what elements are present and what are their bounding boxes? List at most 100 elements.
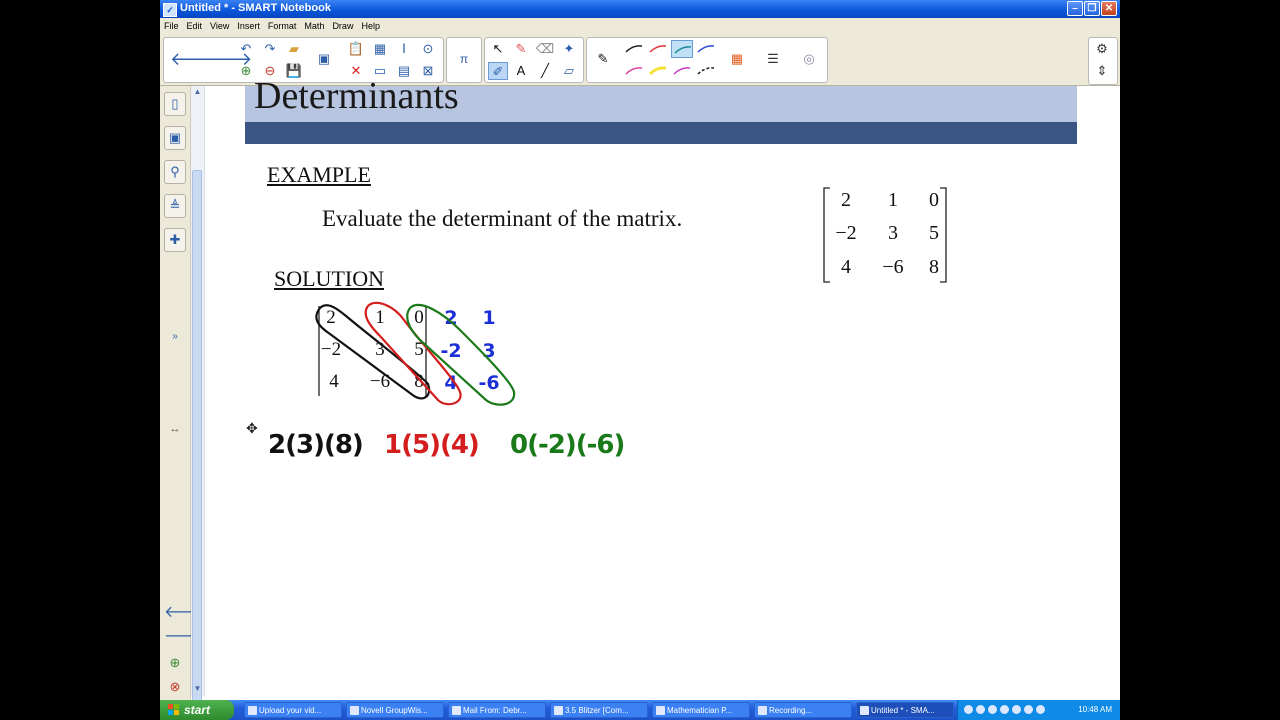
page-sorter-icon[interactable]: ▯ (164, 92, 186, 116)
tray-misc-icon[interactable] (1036, 705, 1045, 714)
paste-icon[interactable]: 📋 (346, 40, 366, 58)
open-folder-icon[interactable]: ▰ (284, 40, 304, 58)
menu-file[interactable]: File (160, 18, 183, 31)
pen-style-yellow[interactable] (647, 62, 669, 80)
menu-view[interactable]: View (206, 18, 233, 31)
pen-style-pink[interactable] (623, 62, 645, 80)
title-bar: ✓ Untitled * - SMART Notebook – ❐ ✕ (160, 0, 1120, 18)
add-page-side-icon[interactable]: ⊕ (164, 652, 186, 676)
pen-style-dashed[interactable] (695, 62, 717, 80)
side-tabs: ▯ ▣ ⚲ ≜ ✚ » ↔ 🡐 🡒 ⊕ ⊗ (160, 86, 207, 700)
redo-icon[interactable]: ↷ (260, 40, 280, 58)
diagonal-loops (315, 301, 516, 406)
gallery-icon[interactable]: ▣ (164, 126, 186, 150)
fill-icon[interactable]: ✎ (511, 40, 531, 58)
scroll-down-icon[interactable]: ▼ (192, 684, 203, 694)
taskbar-item[interactable]: Novell GroupWis... (346, 702, 444, 718)
clock: 10:48 AM (1078, 705, 1112, 714)
matrix-cell: −6 (882, 256, 904, 278)
shape-tool-icon[interactable]: ▱ (559, 62, 579, 80)
expand-icon[interactable]: » (164, 326, 186, 350)
scroll-up-icon[interactable]: ▲ (192, 87, 203, 97)
term-green: 0(-2)(-6) (510, 430, 625, 460)
move-toolbar-icon[interactable]: ⇕ (1092, 62, 1112, 80)
pen-icon[interactable]: ✎ (593, 50, 613, 68)
menu-edit[interactable]: Edit (183, 18, 207, 31)
attachments-icon[interactable]: ⚲ (164, 160, 186, 184)
screenshot-icon[interactable]: ▦ (370, 40, 390, 58)
undo-icon[interactable]: ↶ (236, 40, 256, 58)
taskbar-item[interactable]: Mathematician P... (652, 702, 750, 718)
green-diagonal-loop (406, 303, 516, 406)
tray-audio-icon[interactable] (976, 705, 985, 714)
text-a-icon[interactable]: A (511, 62, 531, 80)
pen-styles-icon[interactable]: ✐ (488, 62, 508, 80)
pen-style-magenta[interactable] (671, 62, 693, 80)
header-band-dark (245, 122, 1077, 144)
tray-shield-icon[interactable] (1000, 705, 1009, 714)
slide-heading: Determinants (254, 75, 459, 117)
fill-effects-icon[interactable]: ◎ (799, 50, 819, 68)
taskbar-item[interactable]: 3.5 Blitzer [Com... (550, 702, 648, 718)
forward-icon[interactable]: 🡒 (204, 50, 252, 68)
matrix-cell: 2 (841, 189, 851, 211)
menu-draw[interactable]: Draw (328, 18, 357, 31)
system-tray: 10:48 AM (957, 700, 1120, 720)
text-tool-icon[interactable]: Ⅰ (394, 40, 414, 58)
pen-style-red[interactable] (647, 40, 669, 58)
menu-format[interactable]: Format (264, 18, 301, 31)
matrix-cell: 4 (841, 256, 851, 278)
pen-style-blue[interactable] (695, 40, 717, 58)
taskbar: start Upload your vid... Novell GroupWis… (160, 700, 1120, 720)
solution-label: SOLUTION (274, 266, 384, 291)
select-arrow-icon[interactable]: ↖ (488, 40, 508, 58)
menu-math[interactable]: Math (300, 18, 328, 31)
example-label: EXAMPLE (267, 162, 371, 187)
close-button[interactable]: ✕ (1101, 1, 1117, 16)
screen-share-icon[interactable]: ▣ (314, 50, 334, 68)
windows-flag-icon (168, 704, 179, 715)
matrix-cell: 1 (888, 189, 898, 211)
properties-tab-icon[interactable]: ≜ (164, 194, 186, 218)
black-diagonal-loop (315, 304, 431, 400)
back-icon[interactable]: 🡐 (170, 50, 218, 68)
line-tool-icon[interactable]: ╱ (535, 62, 555, 80)
menu-help[interactable]: Help (357, 18, 384, 31)
matrix-cell: 5 (929, 222, 939, 244)
smart-notebook-icon (860, 706, 869, 715)
scroll-thumb[interactable] (192, 170, 202, 720)
menu-insert[interactable]: Insert (233, 18, 264, 31)
color-palette-icon[interactable]: ▦ (727, 50, 747, 68)
tray-help-icon[interactable] (964, 705, 973, 714)
right-panel: ⚙ ⇕ (1088, 37, 1118, 85)
next-page-icon[interactable]: 🡒 (164, 626, 207, 650)
properties-icon[interactable]: ☰ (763, 50, 783, 68)
vertical-scrollbar[interactable]: ▲ ▼ (191, 86, 205, 720)
delete-page-side-icon[interactable]: ⊗ (164, 676, 186, 700)
taskbar-item[interactable]: Mail From: Debr... (448, 702, 546, 718)
tray-update-icon[interactable] (1024, 705, 1033, 714)
mail-icon (452, 706, 461, 715)
pen-style-teal[interactable] (671, 40, 693, 58)
tray-bluetooth-icon[interactable] (1012, 705, 1021, 714)
pen-style-black[interactable] (623, 40, 645, 58)
add-page-icon[interactable]: ⊕ (236, 62, 256, 80)
maximize-button[interactable]: ❐ (1084, 1, 1100, 16)
taskbar-item[interactable]: Recording... (754, 702, 852, 718)
start-button[interactable]: start (160, 700, 234, 720)
move-cursor-icon: ✥ (246, 420, 258, 436)
math-pi-icon[interactable]: π (454, 50, 474, 68)
minimize-button[interactable]: – (1067, 1, 1083, 16)
addons-icon[interactable]: ✚ (164, 228, 186, 252)
eraser-icon[interactable]: ⌫ (535, 40, 555, 58)
taskbar-item[interactable]: Upload your vid... (244, 702, 342, 718)
gear-icon[interactable]: ⚙ (1092, 40, 1112, 58)
resize-icon[interactable]: ↔ (164, 418, 186, 442)
toolbar-group-pens: ✎ ▦ ☰ ◎ (586, 37, 828, 83)
magic-pen-icon[interactable]: ✦ (559, 40, 579, 58)
taskbar-item-active[interactable]: Untitled * - SMA... (856, 702, 954, 718)
tray-network-icon[interactable] (988, 705, 997, 714)
previous-page-icon[interactable]: 🡐 (164, 602, 207, 626)
zoom-icon[interactable]: ⊙ (418, 40, 438, 58)
slide-header: Determinants (245, 75, 1077, 144)
